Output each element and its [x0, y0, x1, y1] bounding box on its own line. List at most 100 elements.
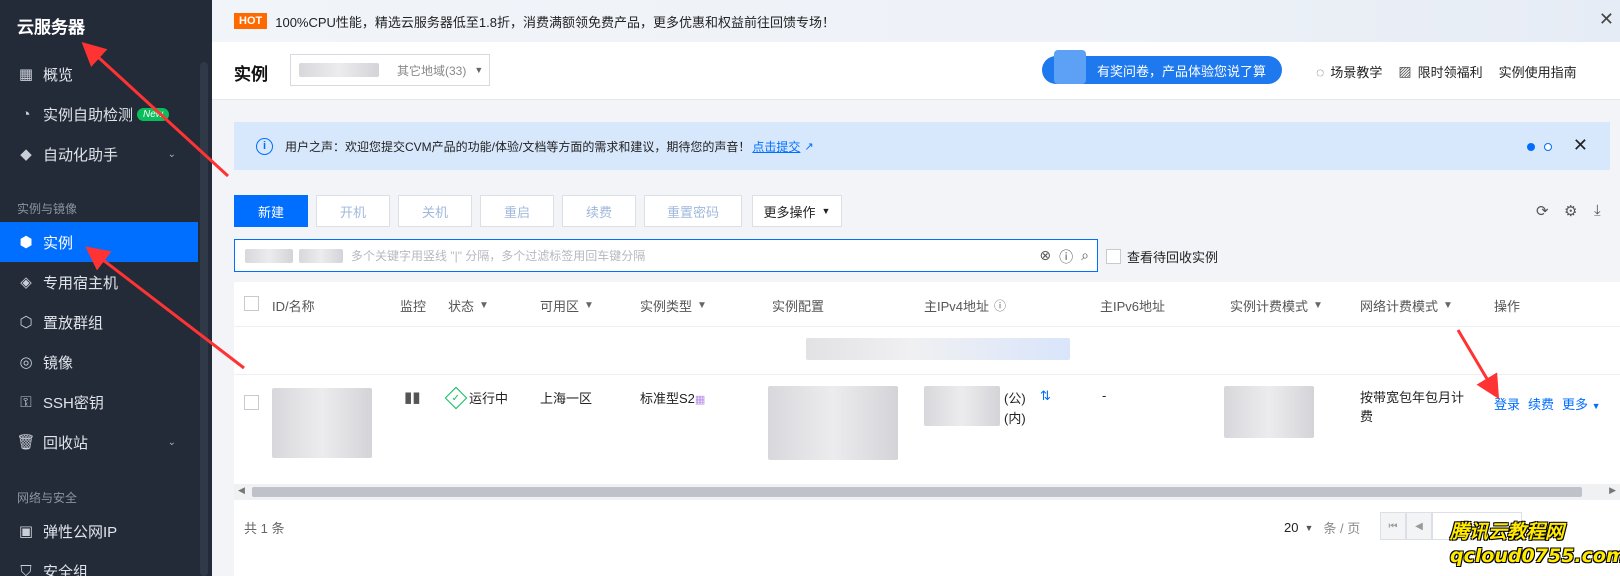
gear-icon[interactable]: ⚙	[1564, 202, 1577, 220]
col-label: 可用区	[540, 299, 580, 314]
sidebar-item-images[interactable]: ◎ 镜像	[0, 342, 198, 382]
link-limited-welfare[interactable]: ▨ 限时领福利	[1398, 62, 1482, 81]
filter-icon[interactable]: ▼	[1313, 300, 1323, 311]
promo-banner[interactable]: HOT 100%CPU性能，精选云服务器低至1.8折，消费满额领免费产品，更多优…	[212, 0, 1620, 42]
horizontal-scrollbar[interactable]: ◀ ▶	[234, 484, 1620, 500]
close-icon[interactable]: ✕	[1599, 9, 1614, 30]
notice-submit-link[interactable]: 点击提交	[752, 138, 800, 155]
info-icon[interactable]: ⓘ	[994, 297, 1006, 314]
sidebar-item-instances[interactable]: ⬢ 实例	[0, 222, 198, 262]
sidebar-item-label: 实例	[43, 234, 74, 252]
search-icon[interactable]: ⌕	[1081, 247, 1089, 267]
recycle-checkbox[interactable]	[1106, 249, 1121, 264]
col-status[interactable]: 状态 ▼	[448, 296, 489, 315]
sidebar-item-eip[interactable]: ▣ 弹性公网IP	[0, 511, 198, 551]
filter-icon[interactable]: ▼	[479, 300, 489, 311]
link-scene-tutorial[interactable]: ◌ 场景教学	[1316, 62, 1382, 81]
first-page-button[interactable]: ⏮	[1380, 512, 1406, 540]
sidebar-item-placement-group[interactable]: ⬡ 置放群组	[0, 302, 198, 342]
gauge-icon: ◔	[21, 105, 31, 123]
info-icon[interactable]: ⓘ	[1059, 247, 1073, 267]
prev-page-button[interactable]: ◀	[1406, 512, 1432, 540]
clear-icon[interactable]: ⊗	[1039, 247, 1051, 267]
filter-icon[interactable]: ▼	[584, 300, 594, 311]
new-instance-button[interactable]: 新建	[234, 195, 308, 227]
stop-button[interactable]: 关机	[398, 195, 472, 227]
row-actions: 登录 续费 更多 ▼	[1494, 394, 1601, 413]
scroll-right-icon[interactable]: ▶	[1609, 485, 1616, 496]
link-usage-guide[interactable]: 实例使用指南	[1499, 62, 1577, 81]
reset-password-button[interactable]: 重置密码	[644, 195, 742, 227]
row-checkbox[interactable]	[244, 395, 259, 410]
sidebar-item-ssh-keys[interactable]: ⚿ SSH密钥	[0, 382, 198, 422]
sidebar-item-label: 自动化助手	[43, 146, 119, 164]
recycle-label: 查看待回收实例	[1127, 250, 1219, 265]
page-size-select[interactable]: 20 ▼ 条 / 页	[1284, 518, 1360, 537]
sidebar-item-security-group[interactable]: ⛉ 安全组	[0, 551, 198, 576]
select-all-checkbox[interactable]	[244, 296, 259, 311]
site-watermark: 腾讯云教程网 qcloud0755.com	[1450, 520, 1620, 568]
scrollbar-thumb[interactable]	[252, 487, 1582, 497]
hot-badge: HOT	[234, 13, 268, 29]
header-links: ◌ 场景教学 ▨ 限时领福利 实例使用指南	[1316, 62, 1577, 81]
sidebar-item-self-check[interactable]: ◔ 实例自助检测 New	[0, 94, 198, 134]
scroll-left-icon[interactable]: ◀	[238, 485, 245, 496]
col-label: ID/名称	[272, 299, 315, 314]
login-link[interactable]: 登录	[1494, 394, 1520, 413]
ip-icon: ▣	[18, 523, 34, 540]
col-label: 主IPv6地址	[1100, 299, 1166, 314]
survey-icon	[1054, 50, 1086, 84]
banner-text[interactable]: 100%CPU性能，精选云服务器低至1.8折，消费满额领免费产品，更多优惠和权益…	[275, 12, 835, 31]
download-icon[interactable]: ⤓	[1594, 202, 1601, 219]
search-input[interactable]: 多个关键字用竖线 "|" 分隔，多个过滤标签用回车键分隔 ⊗ ⓘ ⌕	[234, 239, 1098, 272]
instance-table: ID/名称 监控 状态 ▼ 可用区 ▼ 实例类型 ▼ 实例配置 主IPv4地址 ⓘ 主I…	[234, 282, 1620, 576]
network-billing-cell: 按带宽包年包月计费	[1360, 390, 1465, 424]
renew-button[interactable]: 续费	[562, 195, 636, 227]
renew-link[interactable]: 续费	[1528, 394, 1554, 413]
region-select[interactable]: 其它地域(33) ▼	[290, 54, 490, 86]
refresh-icon[interactable]: ⟳	[1536, 202, 1549, 220]
status-label: 运行中	[469, 391, 509, 406]
recycle-instances-toggle[interactable]: 查看待回收实例	[1106, 247, 1218, 266]
swap-icon[interactable]: ⇅	[1040, 388, 1051, 404]
col-instance-type[interactable]: 实例类型 ▼	[640, 296, 707, 315]
link-label: 限时领福利	[1417, 65, 1483, 80]
survey-button[interactable]: 有奖问卷，产品体验您说了算	[1042, 50, 1282, 84]
sidebar-item-label: 实例自助检测	[43, 106, 134, 124]
sidebar-scrollbar[interactable]	[200, 62, 208, 576]
restart-button[interactable]: 重启	[480, 195, 554, 227]
sidebar-item-recycle-bin[interactable]: 🗑 回收站 ⌄	[0, 422, 198, 462]
link-label: 场景教学	[1330, 65, 1383, 80]
search-placeholder: 多个关键字用竖线 "|" 分隔，多个过滤标签用回车键分隔	[351, 249, 646, 263]
blurred-banner	[806, 338, 1070, 360]
more-label: 更多	[1562, 397, 1589, 412]
blurred-billing	[1224, 386, 1314, 438]
sidebar-item-overview[interactable]: ▦ 概览	[0, 54, 198, 94]
col-network-billing[interactable]: 网络计费模式 ▼	[1360, 296, 1453, 315]
carousel-dot[interactable]	[1544, 143, 1552, 151]
filter-icon[interactable]: ▼	[697, 300, 707, 311]
more-link[interactable]: 更多 ▼	[1562, 394, 1601, 413]
filter-icon[interactable]: ▼	[1443, 300, 1453, 311]
link-label: 实例使用指南	[1498, 65, 1577, 80]
zone-cell: 上海一区	[540, 391, 593, 406]
cube-icon: ⬢	[19, 234, 33, 251]
chevron-down-icon: ⌄	[167, 148, 176, 160]
sidebar-item-dedicated-host[interactable]: ◈ 专用宿主机	[0, 262, 198, 302]
eye-off-icon: ◌	[1316, 63, 1325, 80]
col-monitor: 监控	[400, 296, 426, 315]
col-ipv4: 主IPv4地址 ⓘ	[924, 296, 1006, 315]
col-instance-billing[interactable]: 实例计费模式 ▼	[1230, 296, 1323, 315]
more-actions-button[interactable]: 更多操作 ▼	[752, 195, 842, 227]
blurred-config	[768, 386, 898, 460]
carousel-dot-active[interactable]	[1527, 143, 1535, 151]
brand-title: 云服务器	[17, 18, 85, 37]
bar-chart-icon[interactable]: ▮▮	[404, 388, 421, 406]
start-button[interactable]: 开机	[316, 195, 390, 227]
blurred-instance-id[interactable]	[272, 388, 372, 458]
ipv6-cell: -	[1102, 388, 1107, 403]
col-zone[interactable]: 可用区 ▼	[540, 296, 594, 315]
sidebar-item-automation[interactable]: ◆ 自动化助手 ⌄	[0, 134, 198, 174]
close-icon[interactable]: ✕	[1573, 135, 1588, 156]
page-size-unit: 条 / 页	[1323, 521, 1361, 536]
